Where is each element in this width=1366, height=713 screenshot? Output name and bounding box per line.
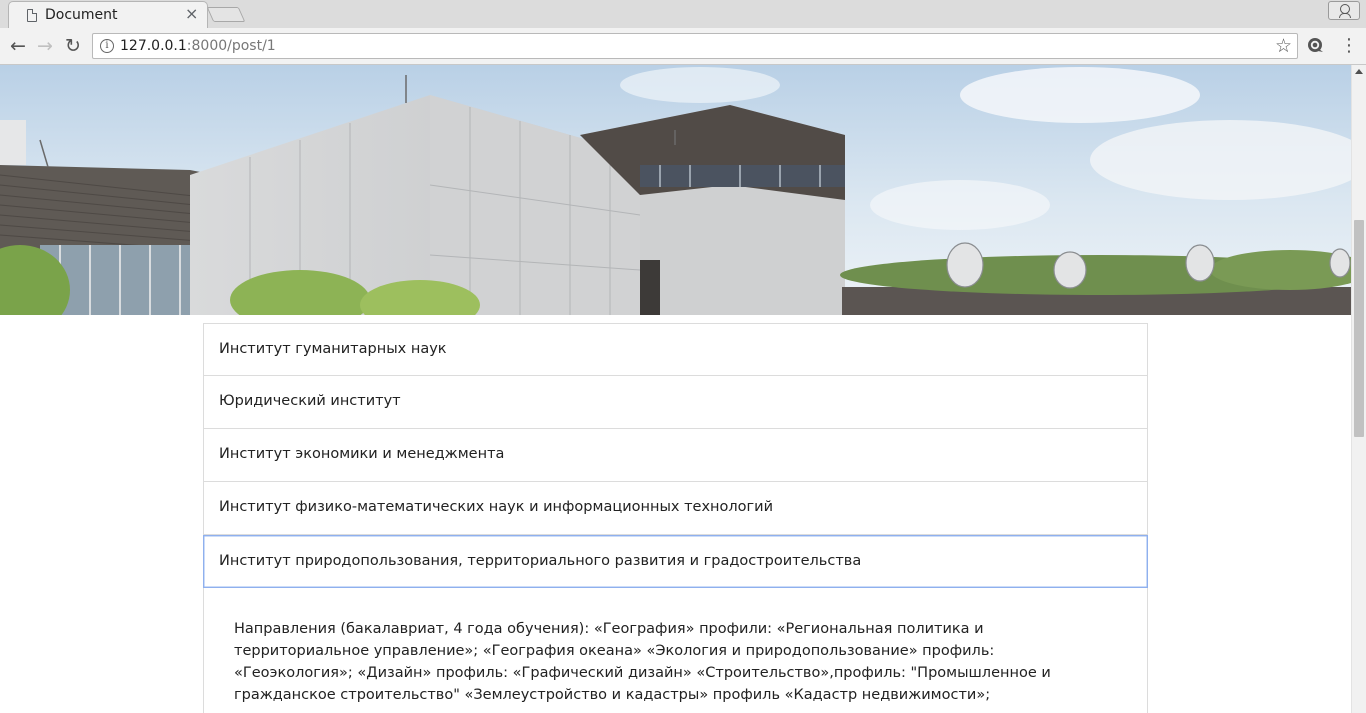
tab-title: Document [45,7,118,23]
browser-tab[interactable]: Document × [8,1,208,28]
accordion-item-label: Институт физико-математических наук и ин… [219,499,774,515]
forward-arrow-icon[interactable]: → [34,35,56,57]
browser-tabstrip: Document × [0,0,1366,28]
accordion-item-nature-urban[interactable]: Институт природопользования, территориал… [203,535,1148,588]
scroll-up-arrow-icon[interactable] [1355,69,1363,74]
page-scrollbar[interactable] [1351,65,1366,713]
page-viewport: Институт гуманитарных наук Юридический и… [0,65,1351,713]
accordion-item-label: Институт природопользования, территориал… [219,553,862,569]
url-text[interactable]: 127.0.0.1:8000/post/1 [120,38,276,54]
accordion-item-label: Институт экономики и менеджмента [219,446,505,462]
hero-building-image [0,65,1351,315]
profile-icon[interactable] [1328,1,1360,20]
info-icon[interactable]: i [100,39,114,53]
scrollbar-thumb[interactable] [1354,220,1364,437]
accordion-item-label: Институт гуманитарных наук [219,341,447,357]
accordion-item-humanities[interactable]: Институт гуманитарных наук [203,323,1148,376]
document-icon [27,9,37,22]
address-bar[interactable]: i 127.0.0.1:8000/post/1 ☆ [92,33,1298,59]
institutes-accordion: Институт гуманитарных наук Юридический и… [203,323,1148,713]
menu-dots-icon[interactable]: ⋮ [1340,36,1358,56]
close-tab-icon[interactable]: × [185,5,198,23]
new-tab-button[interactable] [206,7,246,22]
accordion-item-physmath-it[interactable]: Институт физико-математических наук и ин… [203,482,1148,535]
bookmark-star-icon[interactable]: ☆ [1275,34,1292,58]
browser-toolbar: ← → ↻ i 127.0.0.1:8000/post/1 ☆ ⋮ [0,28,1366,65]
extension-chat-icon[interactable] [1307,37,1325,54]
accordion-item-law[interactable]: Юридический институт [203,376,1148,429]
accordion-item-economics[interactable]: Институт экономики и менеджмента [203,429,1148,482]
accordion-item-label: Юридический институт [219,393,401,409]
accordion-expanded-body: Направления (бакалавриат, 4 года обучени… [203,588,1148,713]
programs-description: Направления (бакалавриат, 4 года обучени… [234,621,1051,703]
back-arrow-icon[interactable]: ← [7,35,29,57]
reload-icon[interactable]: ↻ [62,35,84,57]
